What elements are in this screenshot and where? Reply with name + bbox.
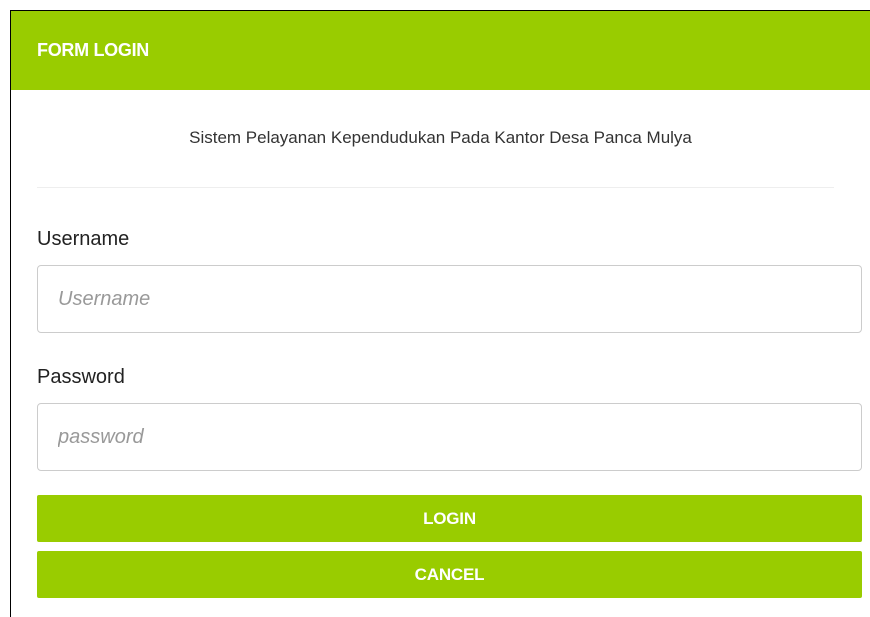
panel-header: FORM LOGIN: [11, 11, 870, 90]
password-label: Password: [37, 366, 125, 388]
cancel-button[interactable]: CANCEL: [37, 551, 862, 598]
login-button[interactable]: LOGIN: [37, 495, 862, 542]
login-panel: FORM LOGIN Sistem Pelayanan Kependudukan…: [10, 10, 870, 617]
system-subtitle: Sistem Pelayanan Kependudukan Pada Kanto…: [189, 128, 692, 147]
username-input[interactable]: [37, 265, 862, 333]
divider: [37, 187, 834, 188]
password-input[interactable]: [37, 403, 862, 471]
username-label: Username: [37, 228, 130, 250]
